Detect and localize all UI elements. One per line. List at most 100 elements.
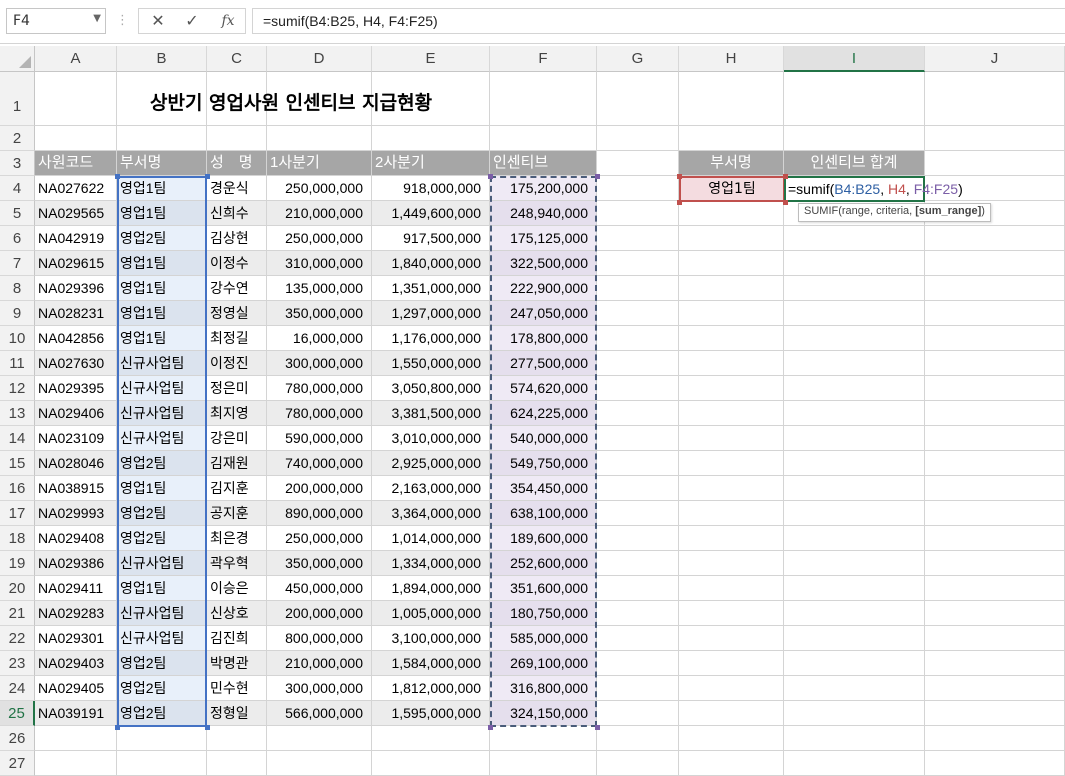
row-header-12[interactable]: 12 (0, 376, 35, 401)
table-cell[interactable]: 324,150,000 (490, 701, 597, 726)
table-cell[interactable]: 영업2팀 (117, 226, 207, 251)
table-cell[interactable]: NA042856 (35, 326, 117, 351)
grid-cell[interactable] (784, 301, 925, 326)
row-header-10[interactable]: 10 (0, 326, 35, 351)
grid-cell[interactable] (925, 326, 1065, 351)
table-header-cell[interactable]: 사원코드 (35, 151, 117, 176)
grid-cell[interactable] (597, 626, 679, 651)
grid-cell[interactable] (597, 426, 679, 451)
grid-cell[interactable] (679, 251, 784, 276)
table-cell[interactable]: 890,000,000 (267, 501, 372, 526)
table-cell[interactable]: 3,364,000,000 (372, 501, 490, 526)
table-cell[interactable]: 175,200,000 (490, 176, 597, 201)
grid-cell[interactable] (597, 176, 679, 201)
row-header-5[interactable]: 5 (0, 201, 35, 226)
grid-cell[interactable] (35, 72, 117, 126)
table-cell[interactable]: 1,014,000,000 (372, 526, 490, 551)
grid-cell[interactable] (597, 476, 679, 501)
table-cell[interactable]: 3,381,500,000 (372, 401, 490, 426)
table-cell[interactable]: 250,000,000 (267, 176, 372, 201)
grid-cell[interactable] (679, 401, 784, 426)
grid-cell[interactable] (679, 72, 784, 126)
table-cell[interactable]: 624,225,000 (490, 401, 597, 426)
range-handle[interactable] (488, 725, 493, 730)
grid-cell[interactable] (597, 376, 679, 401)
row-header-18[interactable]: 18 (0, 526, 35, 551)
table-cell[interactable]: 신규사업팀 (117, 426, 207, 451)
criteria-cell[interactable]: 영업1팀 (679, 176, 785, 202)
chevron-down-icon[interactable]: ▼ (93, 13, 101, 24)
grid-cell[interactable] (597, 301, 679, 326)
grid-cell[interactable] (925, 72, 1065, 126)
grid-cell[interactable] (784, 651, 925, 676)
grid-cell[interactable] (925, 501, 1065, 526)
grid-cell[interactable] (784, 626, 925, 651)
table-cell[interactable]: NA029408 (35, 526, 117, 551)
table-cell[interactable]: 574,620,000 (490, 376, 597, 401)
column-header-h[interactable]: H (679, 46, 784, 72)
table-cell[interactable]: 300,000,000 (267, 676, 372, 701)
table-cell[interactable]: 강수연 (207, 276, 267, 301)
column-header-c[interactable]: C (207, 46, 267, 72)
table-cell[interactable]: 917,500,000 (372, 226, 490, 251)
grid-cell[interactable] (784, 276, 925, 301)
table-cell[interactable]: NA029993 (35, 501, 117, 526)
table-cell[interactable]: 351,600,000 (490, 576, 597, 601)
table-cell[interactable]: 신희수 (207, 201, 267, 226)
table-cell[interactable]: 780,000,000 (267, 401, 372, 426)
grid-cell[interactable] (597, 501, 679, 526)
table-cell[interactable]: 1,176,000,000 (372, 326, 490, 351)
formula-editing-cell[interactable]: =sumif(B4:B25, H4, F4:F25) (784, 176, 963, 202)
grid-cell[interactable] (784, 226, 925, 251)
table-header-cell[interactable]: 2사분기 (372, 151, 490, 176)
grid-cell[interactable] (925, 126, 1065, 151)
table-cell[interactable]: 신규사업팀 (117, 376, 207, 401)
table-header-cell[interactable]: 성 명 (207, 151, 267, 176)
range-handle[interactable] (205, 725, 210, 730)
table-cell[interactable]: 250,000,000 (267, 226, 372, 251)
table-cell[interactable]: 민수현 (207, 676, 267, 701)
table-cell[interactable]: 354,450,000 (490, 476, 597, 501)
grid-cell[interactable] (784, 351, 925, 376)
table-cell[interactable]: 310,000,000 (267, 251, 372, 276)
table-cell[interactable]: 189,600,000 (490, 526, 597, 551)
table-cell[interactable]: NA042919 (35, 226, 117, 251)
grid-cell[interactable] (925, 151, 1065, 176)
table-cell[interactable]: NA029406 (35, 401, 117, 426)
grid-cell[interactable] (490, 726, 597, 751)
grid-cell[interactable] (597, 651, 679, 676)
summary-header-dept[interactable]: 부서명 (679, 151, 784, 176)
grid-cell[interactable] (679, 476, 784, 501)
grid-cell[interactable] (679, 226, 784, 251)
grid-cell[interactable] (597, 251, 679, 276)
table-cell[interactable]: 신규사업팀 (117, 351, 207, 376)
grid-cell[interactable] (597, 226, 679, 251)
table-cell[interactable]: 222,900,000 (490, 276, 597, 301)
grid-cell[interactable] (925, 476, 1065, 501)
grid-cell[interactable] (784, 476, 925, 501)
grid-cell[interactable] (925, 351, 1065, 376)
grid-cell[interactable] (679, 751, 784, 776)
table-cell[interactable]: NA028046 (35, 451, 117, 476)
grid-cell[interactable] (925, 676, 1065, 701)
table-cell[interactable]: 3,050,800,000 (372, 376, 490, 401)
row-header-8[interactable]: 8 (0, 276, 35, 301)
grid-cell[interactable] (784, 501, 925, 526)
table-cell[interactable]: 1,584,000,000 (372, 651, 490, 676)
table-cell[interactable]: 2,163,000,000 (372, 476, 490, 501)
grid-cell[interactable] (679, 301, 784, 326)
table-cell[interactable]: 918,000,000 (372, 176, 490, 201)
table-cell[interactable]: 신규사업팀 (117, 551, 207, 576)
row-header-11[interactable]: 11 (0, 351, 35, 376)
grid-cell[interactable] (925, 626, 1065, 651)
name-box[interactable]: F4 ▼ (6, 8, 106, 34)
grid-cell[interactable] (784, 751, 925, 776)
table-cell[interactable]: 1,351,000,000 (372, 276, 490, 301)
table-header-cell[interactable]: 인센티브 (490, 151, 597, 176)
grid-cell[interactable] (925, 651, 1065, 676)
row-header-26[interactable]: 26 (0, 726, 35, 751)
grid-cell[interactable] (597, 72, 679, 126)
grid-cell[interactable] (679, 701, 784, 726)
table-cell[interactable]: 영업1팀 (117, 326, 207, 351)
table-cell[interactable]: 180,750,000 (490, 601, 597, 626)
